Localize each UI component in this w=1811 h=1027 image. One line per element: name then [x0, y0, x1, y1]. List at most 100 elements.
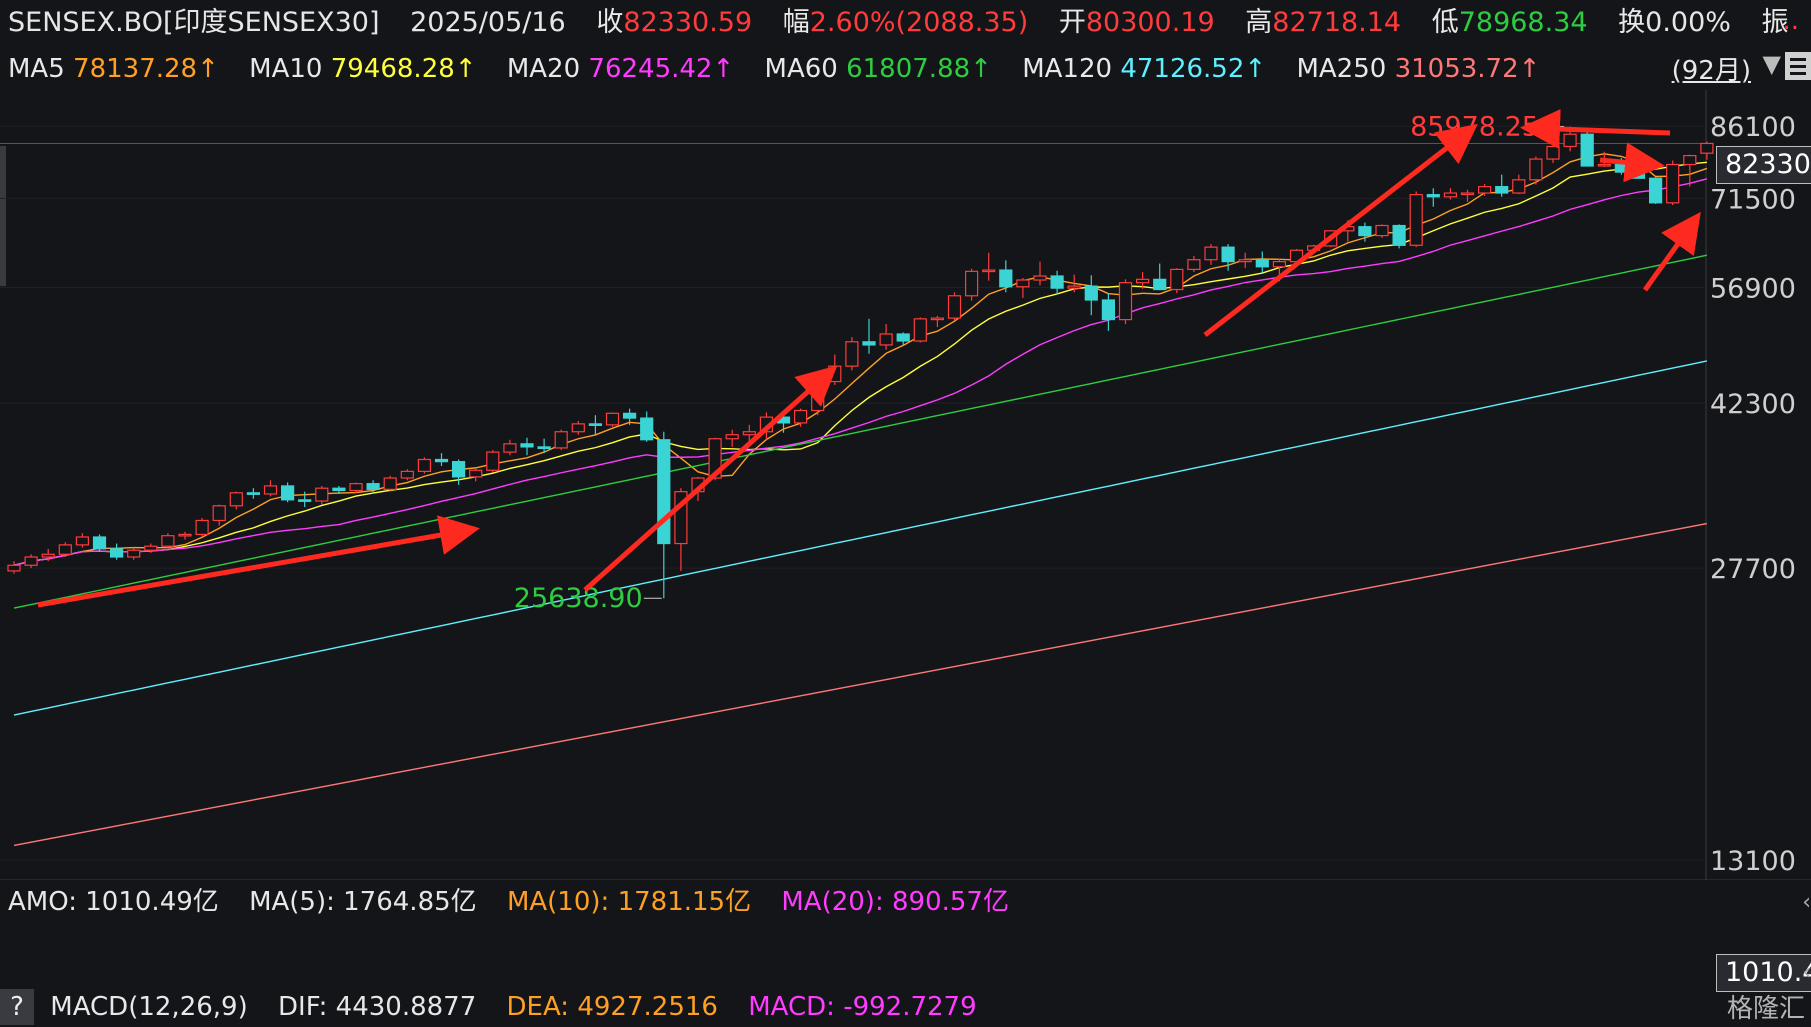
candle-body — [742, 431, 756, 436]
ma10-label: MA10 — [249, 54, 323, 84]
candle-body — [1118, 282, 1133, 321]
candle-body — [1648, 177, 1663, 204]
macd-expand-icon[interactable]: ‹ — [1802, 960, 1811, 985]
amo-label: AMO: — [8, 887, 77, 917]
candle-body — [469, 469, 483, 478]
candle-body — [1221, 246, 1235, 263]
ma250-line — [13, 522, 1708, 847]
candle-body — [383, 477, 397, 490]
candle-body — [332, 487, 346, 492]
candle-body — [75, 536, 90, 546]
quote-info-line: SENSEX.BO[印度SENSEX30] 2025/05/16 收82330.… — [8, 0, 1789, 46]
kline-chart[interactable]: 86100 71500 56900 42300 27700 13100 85978.25 25… — [0, 90, 1811, 880]
candle-body — [862, 341, 876, 346]
candle-body — [109, 548, 124, 558]
candle-body — [144, 545, 158, 551]
candle-body — [127, 549, 141, 558]
triangle-down-icon[interactable]: ▼ — [1763, 50, 1781, 78]
vol-ma5-value: 1764.85亿 — [343, 887, 477, 917]
candle-body — [1392, 224, 1406, 246]
macd-name[interactable]: MACD(12,26,9) — [50, 992, 247, 1022]
candle-body — [1426, 194, 1440, 198]
dea-value: 4927.2516 — [577, 992, 718, 1022]
vol-ma10-label: MA(10): — [506, 887, 610, 917]
candle-body — [281, 485, 295, 501]
candle-body — [1546, 145, 1560, 160]
candle-body — [588, 423, 603, 426]
dif-value: 4430.8877 — [335, 992, 477, 1022]
candle-body — [1033, 275, 1047, 281]
macd-value: -992.7279 — [843, 992, 977, 1022]
candle-body — [537, 446, 551, 450]
candle-body — [400, 470, 414, 479]
price-tick-label: 56900 — [1710, 273, 1796, 304]
candle-body — [41, 553, 55, 558]
candle-body — [366, 483, 380, 490]
candle-body — [1187, 259, 1201, 270]
vol-ma20-label: MA(20): — [781, 887, 884, 917]
open-label: 开 — [1058, 7, 1086, 38]
candle-body — [1631, 171, 1646, 179]
candle-body — [947, 295, 962, 319]
candle-body — [1580, 133, 1594, 167]
candle-body — [1204, 246, 1218, 261]
overflow-dots[interactable]: .. — [1782, 6, 1799, 36]
ma-legend: MA5 78137.28↑ MA10 79468.28↑ MA20 76245.… — [8, 48, 1540, 90]
ma60-line — [13, 254, 1708, 609]
candle-body — [246, 492, 260, 495]
volume-tag: 1010.49 — [1716, 954, 1811, 992]
high-price-marker: 85978.25 — [1410, 112, 1539, 143]
candle-body — [1153, 278, 1167, 291]
price-tick-label: 27700 — [1710, 554, 1796, 585]
turnover-label: 换 — [1618, 7, 1646, 38]
candle-body — [503, 443, 517, 453]
low-value: 78968.34 — [1458, 7, 1588, 38]
symbol-name[interactable]: SENSEX.BO[印度SENSEX30] — [8, 7, 380, 38]
candle-body — [1529, 158, 1543, 181]
candle-body — [92, 536, 107, 550]
candle-body — [1495, 186, 1509, 194]
candle-body — [195, 519, 209, 536]
candle-body — [554, 431, 568, 449]
price-tick-label: 86100 — [1710, 112, 1796, 143]
candle-body — [1477, 186, 1492, 194]
ma10-line — [13, 161, 1707, 566]
candle-body — [315, 487, 329, 502]
candle-body — [1460, 192, 1475, 196]
dea-label: DEA: — [506, 992, 570, 1022]
price-tick-label: 71500 — [1710, 184, 1796, 215]
candle-body — [212, 505, 226, 522]
vol-ma20-value: 890.57亿 — [891, 887, 1009, 917]
candle-body — [725, 434, 739, 440]
ma5-value: 78137.28↑ — [73, 54, 219, 84]
candle-body — [1409, 194, 1423, 246]
candle-body — [7, 564, 21, 572]
watermark-logo: 格隆汇 — [1726, 994, 1805, 1024]
candle-body — [1358, 226, 1372, 237]
low-price-marker: 25638.90 — [514, 583, 643, 614]
candle-body — [417, 458, 431, 472]
period-selector[interactable]: (92月) — [1672, 50, 1751, 87]
menu-icon[interactable] — [1785, 52, 1811, 80]
candle-body — [1170, 268, 1184, 291]
candle-body — [896, 333, 910, 342]
low-label: 低 — [1431, 7, 1459, 38]
candle-body — [622, 412, 637, 419]
candle-body — [793, 409, 808, 424]
candle-body — [1597, 163, 1611, 167]
candle-body — [161, 535, 175, 547]
trend-arrow — [1642, 211, 1701, 292]
candle-body — [1238, 259, 1252, 263]
candle-body — [349, 483, 363, 492]
price-tick-label: 42300 — [1710, 389, 1796, 420]
candle-body — [1563, 133, 1577, 148]
ma120-line — [13, 360, 1708, 716]
candle-body — [486, 451, 500, 471]
volume-expand-icon[interactable]: ‹ — [1802, 890, 1811, 915]
vol-ma5-label: MA(5): — [249, 887, 335, 917]
help-icon[interactable]: ? — [0, 989, 34, 1025]
candle-body — [520, 443, 534, 448]
change-label: 幅 — [782, 7, 810, 38]
ma5-label: MA5 — [8, 54, 65, 84]
quote-date: 2025/05/16 — [410, 7, 566, 38]
